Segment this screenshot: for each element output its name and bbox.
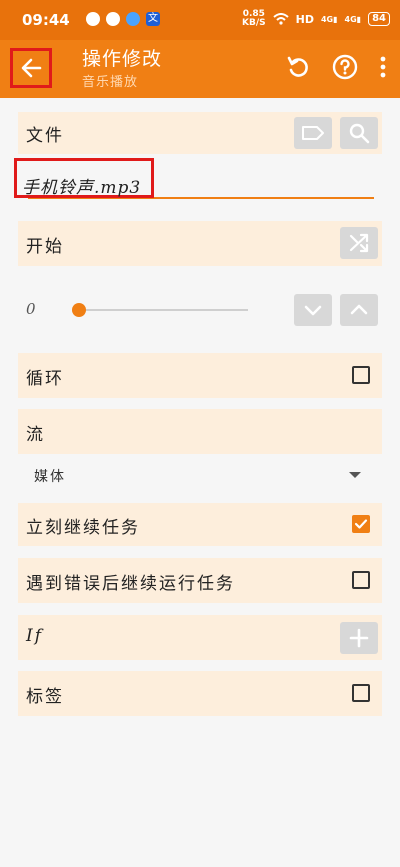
battery-icon: 84 bbox=[368, 12, 390, 26]
hd-indicator: HD bbox=[295, 12, 314, 26]
tag-checkbox[interactable] bbox=[352, 684, 370, 702]
network-speed-unit: KB/S bbox=[242, 18, 266, 28]
notification-drop-icon bbox=[126, 12, 140, 26]
notification-app-icon-2 bbox=[106, 12, 120, 26]
network-speed: 0.85 KB/S bbox=[242, 10, 266, 28]
label-icon bbox=[302, 126, 324, 140]
check-icon bbox=[354, 519, 368, 529]
tag-card[interactable]: 标签 bbox=[18, 671, 382, 716]
if-card: If bbox=[18, 615, 382, 660]
start-card: 开始 bbox=[18, 221, 382, 266]
file-card: 文件 bbox=[18, 112, 382, 154]
undo-icon[interactable] bbox=[286, 55, 310, 79]
status-notification-icons: 文 bbox=[86, 12, 160, 26]
app-toolbar: 操作修改 音乐播放 bbox=[0, 40, 400, 98]
continue-on-error-card[interactable]: 遇到错误后继续运行任务 bbox=[18, 558, 382, 603]
continue-on-error-label: 遇到错误后继续运行任务 bbox=[26, 574, 235, 594]
notification-app-icon bbox=[86, 12, 100, 26]
stream-dropdown[interactable]: 媒体 bbox=[34, 466, 66, 486]
chevron-down-icon bbox=[304, 305, 322, 316]
loop-card[interactable]: 循环 bbox=[18, 353, 382, 398]
stream-label: 流 bbox=[26, 425, 45, 445]
increase-button[interactable] bbox=[340, 294, 378, 326]
loop-checkbox[interactable] bbox=[352, 366, 370, 384]
status-time: 09:44 bbox=[22, 11, 70, 29]
slider-value: 0 bbox=[26, 300, 36, 318]
continue-immediately-label: 立刻继续任务 bbox=[26, 518, 140, 538]
slider-track[interactable] bbox=[78, 309, 248, 311]
search-button[interactable] bbox=[340, 117, 378, 149]
status-bar: 09:44 文 0.85 KB/S HD 4G▮ 4G▮ 84 bbox=[0, 0, 400, 40]
back-button[interactable] bbox=[10, 48, 52, 88]
continue-immediately-card[interactable]: 立刻继续任务 bbox=[18, 503, 382, 546]
file-value[interactable]: 手机铃声.mp3 bbox=[22, 173, 141, 198]
start-label: 开始 bbox=[26, 237, 64, 257]
if-label: If bbox=[26, 626, 44, 646]
tag-button[interactable] bbox=[294, 117, 332, 149]
stream-card: 流 bbox=[18, 409, 382, 454]
plus-icon bbox=[349, 628, 369, 648]
more-vert-icon[interactable] bbox=[380, 56, 386, 78]
decrease-button[interactable] bbox=[294, 294, 332, 326]
chevron-up-icon bbox=[350, 304, 368, 315]
toolbar-actions bbox=[286, 54, 386, 80]
tag-label: 标签 bbox=[26, 687, 64, 707]
shuffle-button[interactable] bbox=[340, 227, 378, 259]
search-icon bbox=[349, 123, 370, 144]
signal-icon-2: 4G▮ bbox=[344, 14, 362, 24]
loop-label: 循环 bbox=[26, 369, 64, 389]
notification-text-icon: 文 bbox=[146, 12, 160, 26]
add-condition-button[interactable] bbox=[340, 622, 378, 654]
file-label: 文件 bbox=[26, 126, 64, 146]
slider-thumb[interactable] bbox=[72, 303, 86, 317]
shuffle-icon bbox=[349, 233, 369, 253]
signal-icon-1: 4G▮ bbox=[320, 14, 338, 24]
page-title: 操作修改 bbox=[82, 48, 163, 70]
page-subtitle: 音乐播放 bbox=[82, 75, 139, 90]
status-indicators: 0.85 KB/S HD 4G▮ 4G▮ 84 bbox=[242, 10, 390, 28]
help-icon[interactable] bbox=[332, 54, 358, 80]
wifi-icon bbox=[272, 13, 289, 25]
continue-immediately-checkbox[interactable] bbox=[352, 515, 370, 533]
dropdown-arrow-icon[interactable] bbox=[349, 472, 361, 478]
arrow-left-icon bbox=[21, 58, 42, 78]
continue-on-error-checkbox[interactable] bbox=[352, 571, 370, 589]
